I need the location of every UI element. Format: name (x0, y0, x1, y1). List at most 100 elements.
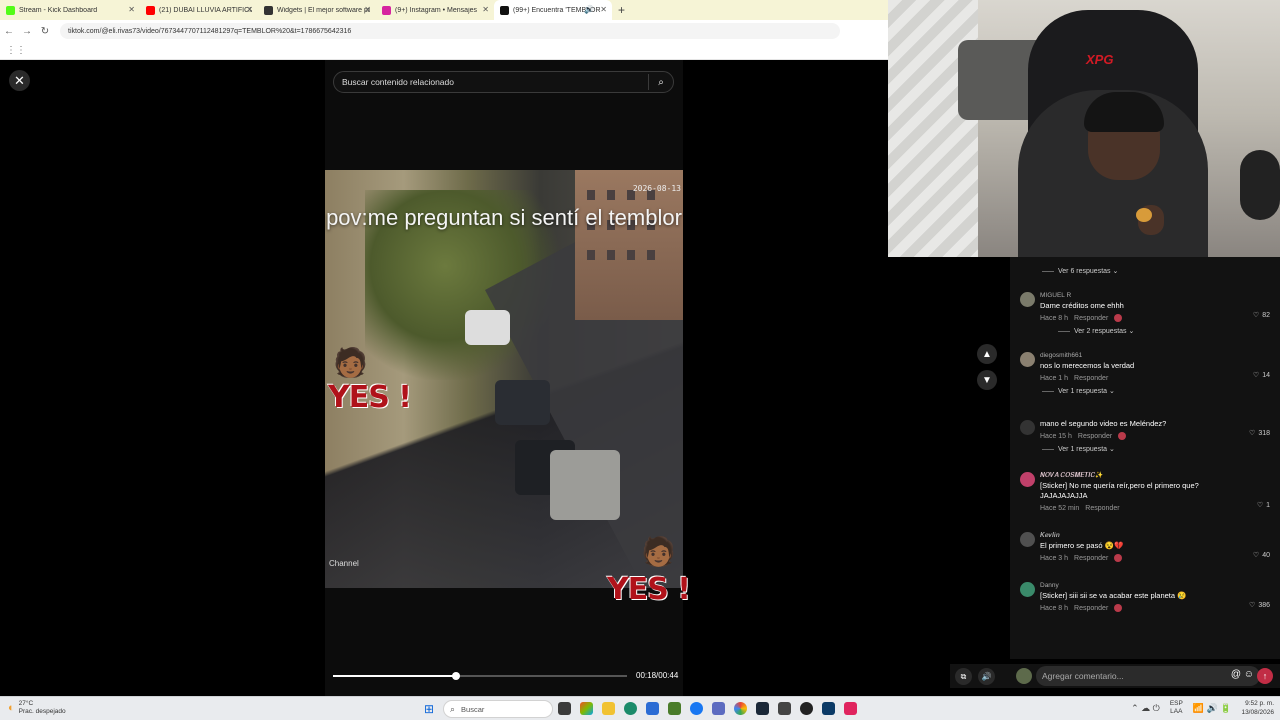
comment-user[interactable]: 𝑲𝒆𝒗𝒍𝒊𝒏 (1040, 531, 1280, 541)
apps-grid-icon[interactable]: ⋮⋮ (6, 45, 26, 56)
reply-button[interactable]: Responder (1074, 375, 1108, 382)
windows-start-icon[interactable]: ⊞ (424, 702, 434, 716)
comment-input[interactable]: Agregar comentario... @ ☺ (1036, 666, 1260, 686)
like-button[interactable]: ♡ 14 (1252, 371, 1270, 380)
tray-icons[interactable]: ⌃ ☁ ⏻ (1131, 703, 1160, 714)
tab-tiktok[interactable]: (99+) Encuentra 'TEMBLOR 🔊 ✕ (494, 0, 612, 20)
reply-button[interactable]: Responder (1078, 433, 1112, 440)
related-search-bar[interactable]: Buscar contenido relacionado ⌕ (333, 71, 674, 93)
float-player-button[interactable]: ⧉ (955, 668, 972, 685)
webcam-overlay: XPG (888, 0, 1280, 257)
video-caption: pov:me preguntan si sentí el temblor (326, 205, 682, 230)
search-icon: ⌕ (450, 703, 456, 714)
language-indicator[interactable]: ESP LAA (1170, 700, 1183, 716)
comment-meta: Hace 1 h Responder (1040, 374, 1109, 382)
search-input[interactable]: Buscar contenido relacionado (334, 77, 648, 87)
heart-icon: ♡ (1252, 372, 1260, 379)
like-button[interactable]: ♡ 386 (1249, 601, 1270, 610)
person-sticker-icon: 🧑🏾 (333, 347, 368, 378)
close-tab-icon[interactable]: ✕ (364, 5, 371, 14)
avatar[interactable] (1020, 532, 1035, 547)
store-icon[interactable] (646, 702, 659, 715)
snack (1136, 208, 1152, 222)
close-tab-icon[interactable]: ✕ (600, 5, 607, 14)
speaker-icon: 🔊 (981, 672, 992, 681)
edge-icon[interactable] (624, 702, 637, 715)
steam-icon[interactable] (756, 702, 769, 715)
volume-button[interactable]: 🔊 (978, 668, 995, 685)
view-replies-button[interactable]: Ver 1 respuesta ⌄ (1042, 385, 1280, 397)
video-frame[interactable]: 2026-08-13 pov:me preguntan si sentí el … (325, 170, 683, 588)
comment-text: [Sticker] siii sii se va acabar este pla… (1040, 591, 1187, 600)
reload-icon[interactable]: ↻ (36, 26, 54, 37)
copilot-icon[interactable] (580, 702, 593, 715)
weather-widget[interactable]: ◐ 27°C Prac. despejado (8, 700, 66, 716)
app-icon[interactable] (712, 702, 725, 715)
photoshop-icon[interactable] (822, 702, 835, 715)
tiktok-icon[interactable] (844, 702, 857, 715)
tab-kick-dashboard[interactable]: Stream - Kick Dashboard ✕ (0, 0, 140, 20)
url-field[interactable]: tiktok.com/@eli.rivas73/video/7673447707… (60, 23, 840, 39)
view-replies-button[interactable]: Ver 1 respuesta ⌄ (1042, 443, 1280, 455)
clock[interactable]: 9:52 p. m. 13/08/2026 (1241, 699, 1274, 717)
reply-button[interactable]: Responder (1085, 505, 1119, 512)
progress-knob[interactable] (452, 672, 461, 680)
comment-user[interactable]: 𝑵𝑶𝑽𝑨 𝑪𝑶𝑺𝑴𝑬𝑻𝑰𝑪✨ (1040, 471, 1280, 481)
view-replies-button[interactable]: Ver 2 respuestas ⌄ (1058, 325, 1280, 337)
search-icon[interactable]: ⌕ (649, 77, 673, 88)
reply-button[interactable]: Responder (1074, 555, 1108, 562)
bookmarks-bar: ⋮⋮ (0, 42, 888, 60)
tab-instagram[interactable]: (9+) Instagram • Mensajes ✕ (376, 0, 494, 20)
comment-item: Danny [Sticker] siii sii se va acabar es… (1010, 581, 1280, 615)
network-volume-battery-icons[interactable]: 📶 🔊 🔋 (1193, 703, 1232, 714)
close-tab-icon[interactable]: ✕ (482, 5, 489, 14)
avatar[interactable] (1020, 582, 1035, 597)
person-sticker-icon: 🧑🏾 (641, 536, 676, 567)
like-button[interactable]: ♡ 1 (1257, 501, 1270, 510)
comment-meta: Hace 3 h Responder (1040, 551, 1280, 565)
avatar[interactable] (1020, 352, 1035, 367)
comment-meta: Hace 52 min Responder (1040, 504, 1120, 512)
comment-item: diegosmith661 nos lo merecemos la verdad… (1010, 351, 1280, 397)
mention-emoji-icons[interactable]: @ ☺ (1231, 669, 1254, 680)
avatar[interactable] (1020, 472, 1035, 487)
facebook-icon[interactable] (690, 702, 703, 715)
tab-youtube[interactable]: (21) DUBAI LLUVIA ARTIFICIAL ✕ (140, 0, 258, 20)
task-view-icon[interactable] (558, 702, 571, 715)
reply-button[interactable]: Responder (1074, 315, 1108, 322)
comment-user[interactable]: diegosmith661 (1040, 351, 1280, 361)
video-progress-bar[interactable] (333, 670, 627, 682)
tab-label: Stream - Kick Dashboard (19, 6, 98, 14)
comment-user[interactable]: MIGUEL R (1040, 291, 1280, 301)
avatar[interactable] (1020, 292, 1035, 307)
like-button[interactable]: ♡ 40 (1253, 551, 1270, 560)
back-icon[interactable]: ← (0, 26, 18, 37)
reply-button[interactable]: Responder (1074, 605, 1108, 612)
chrome-icon[interactable] (734, 702, 747, 715)
send-button[interactable]: ↑ (1257, 668, 1273, 684)
comments-panel: Ver 6 respuestas ⌄ MIGUEL R Dame crédito… (1010, 257, 1280, 659)
like-button[interactable]: ♡ 82 (1253, 311, 1270, 320)
file-explorer-icon[interactable] (602, 702, 615, 715)
speaker-icon[interactable]: 🔊 (584, 5, 594, 14)
avatar[interactable] (1016, 668, 1032, 684)
comment-user[interactable]: Danny (1040, 581, 1280, 591)
like-button[interactable]: ♡ 318 (1249, 429, 1270, 438)
new-tab-button[interactable]: + (612, 3, 631, 17)
terminal-icon[interactable] (778, 702, 791, 715)
tab-widgets[interactable]: Widgets | El mejor software pa ✕ (258, 0, 376, 20)
close-tab-icon[interactable]: ✕ (128, 5, 135, 14)
taskbar-search[interactable]: ⌕ Buscar (443, 700, 553, 718)
avatar[interactable] (1020, 420, 1035, 435)
close-tab-icon[interactable]: ✕ (246, 5, 253, 14)
close-video-button[interactable]: ✕ (9, 70, 30, 91)
view-replies-button[interactable]: Ver 6 respuestas ⌄ (1042, 265, 1280, 277)
forward-icon[interactable]: → (18, 26, 36, 37)
obs-icon[interactable] (800, 702, 813, 715)
previous-video-button[interactable]: ▲ (977, 344, 997, 364)
next-video-button[interactable]: ▼ (977, 370, 997, 390)
instagram-icon (382, 5, 391, 15)
minecraft-icon[interactable] (668, 702, 681, 715)
creator-liked-icon (1114, 554, 1123, 562)
comment-meta: Hace 8 h Responder (1040, 601, 1280, 615)
